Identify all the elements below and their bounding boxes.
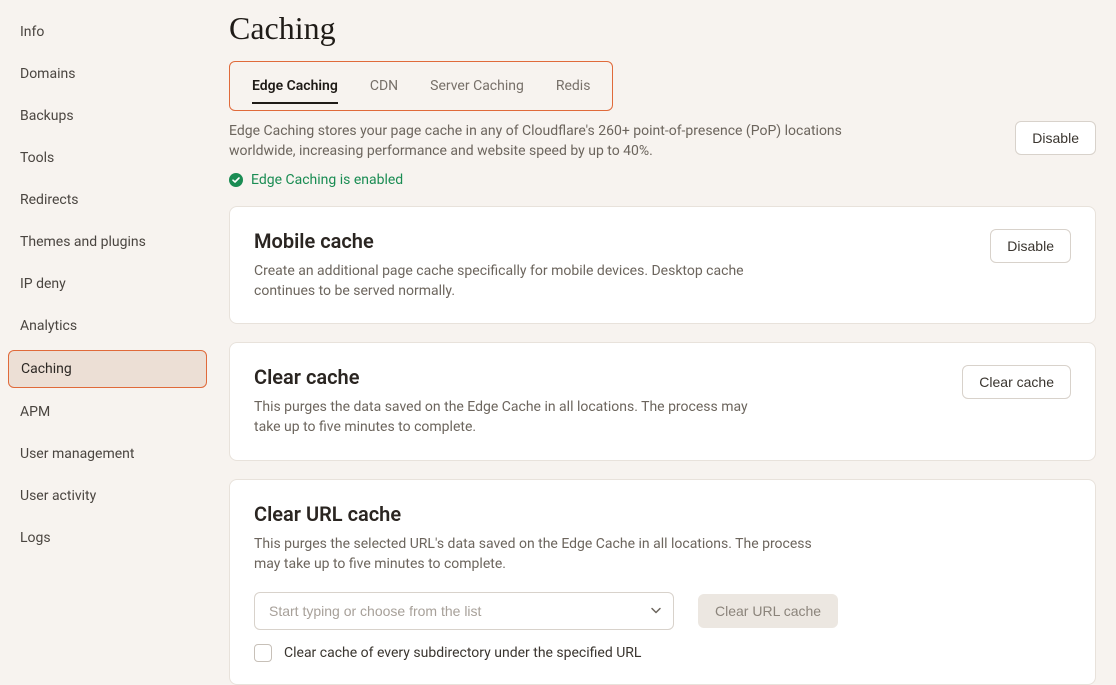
url-select[interactable]: [254, 592, 674, 630]
check-circle-icon: [229, 173, 243, 187]
clear-url-cache-description: This purges the selected URL's data save…: [254, 534, 814, 575]
tabs: Edge Caching CDN Server Caching Redis: [229, 61, 613, 111]
clear-url-cache-button[interactable]: Clear URL cache: [698, 594, 838, 628]
mobile-cache-title: Mobile cache: [254, 229, 774, 253]
page-title: Caching: [229, 10, 1096, 47]
sidebar-item-domains[interactable]: Domains: [8, 56, 207, 92]
clear-cache-description: This purges the data saved on the Edge C…: [254, 397, 774, 438]
sidebar-item-user-activity[interactable]: User activity: [8, 478, 207, 514]
sidebar-item-info[interactable]: Info: [8, 14, 207, 50]
mobile-cache-description: Create an additional page cache specific…: [254, 261, 774, 302]
disable-mobile-cache-button[interactable]: Disable: [990, 229, 1071, 263]
sidebar-item-apm[interactable]: APM: [8, 394, 207, 430]
main-content: Caching Edge Caching CDN Server Caching …: [215, 0, 1116, 665]
clear-cache-title: Clear cache: [254, 365, 774, 389]
clear-cache-button[interactable]: Clear cache: [962, 365, 1071, 399]
tab-server-caching[interactable]: Server Caching: [414, 72, 540, 100]
subdirectory-checkbox-label: Clear cache of every subdirectory under …: [284, 645, 641, 661]
sidebar-item-analytics[interactable]: Analytics: [8, 308, 207, 344]
tab-cdn[interactable]: CDN: [354, 72, 414, 100]
mobile-cache-card: Mobile cache Create an additional page c…: [229, 206, 1096, 325]
sidebar-item-ip-deny[interactable]: IP deny: [8, 266, 207, 302]
clear-cache-card: Clear cache This purges the data saved o…: [229, 342, 1096, 461]
sidebar: Info Domains Backups Tools Redirects The…: [0, 0, 215, 665]
sidebar-item-tools[interactable]: Tools: [8, 140, 207, 176]
sidebar-item-themes-plugins[interactable]: Themes and plugins: [8, 224, 207, 260]
sidebar-item-backups[interactable]: Backups: [8, 98, 207, 134]
subdirectory-checkbox[interactable]: [254, 644, 272, 662]
sidebar-item-logs[interactable]: Logs: [8, 520, 207, 556]
edge-caching-description: Edge Caching stores your page cache in a…: [229, 121, 849, 162]
status-text: Edge Caching is enabled: [251, 172, 403, 188]
tab-edge-caching[interactable]: Edge Caching: [236, 72, 354, 100]
status-line: Edge Caching is enabled: [229, 172, 1096, 188]
sidebar-item-redirects[interactable]: Redirects: [8, 182, 207, 218]
sidebar-item-user-management[interactable]: User management: [8, 436, 207, 472]
tab-redis[interactable]: Redis: [540, 72, 607, 100]
sidebar-item-caching[interactable]: Caching: [8, 350, 207, 388]
clear-url-cache-title: Clear URL cache: [254, 502, 1071, 526]
url-input[interactable]: [254, 592, 674, 630]
clear-url-cache-card: Clear URL cache This purges the selected…: [229, 479, 1096, 685]
disable-edge-caching-button[interactable]: Disable: [1015, 121, 1096, 155]
subdirectory-checkbox-row[interactable]: Clear cache of every subdirectory under …: [254, 644, 1071, 662]
edge-caching-summary: Edge Caching stores your page cache in a…: [229, 121, 1096, 162]
